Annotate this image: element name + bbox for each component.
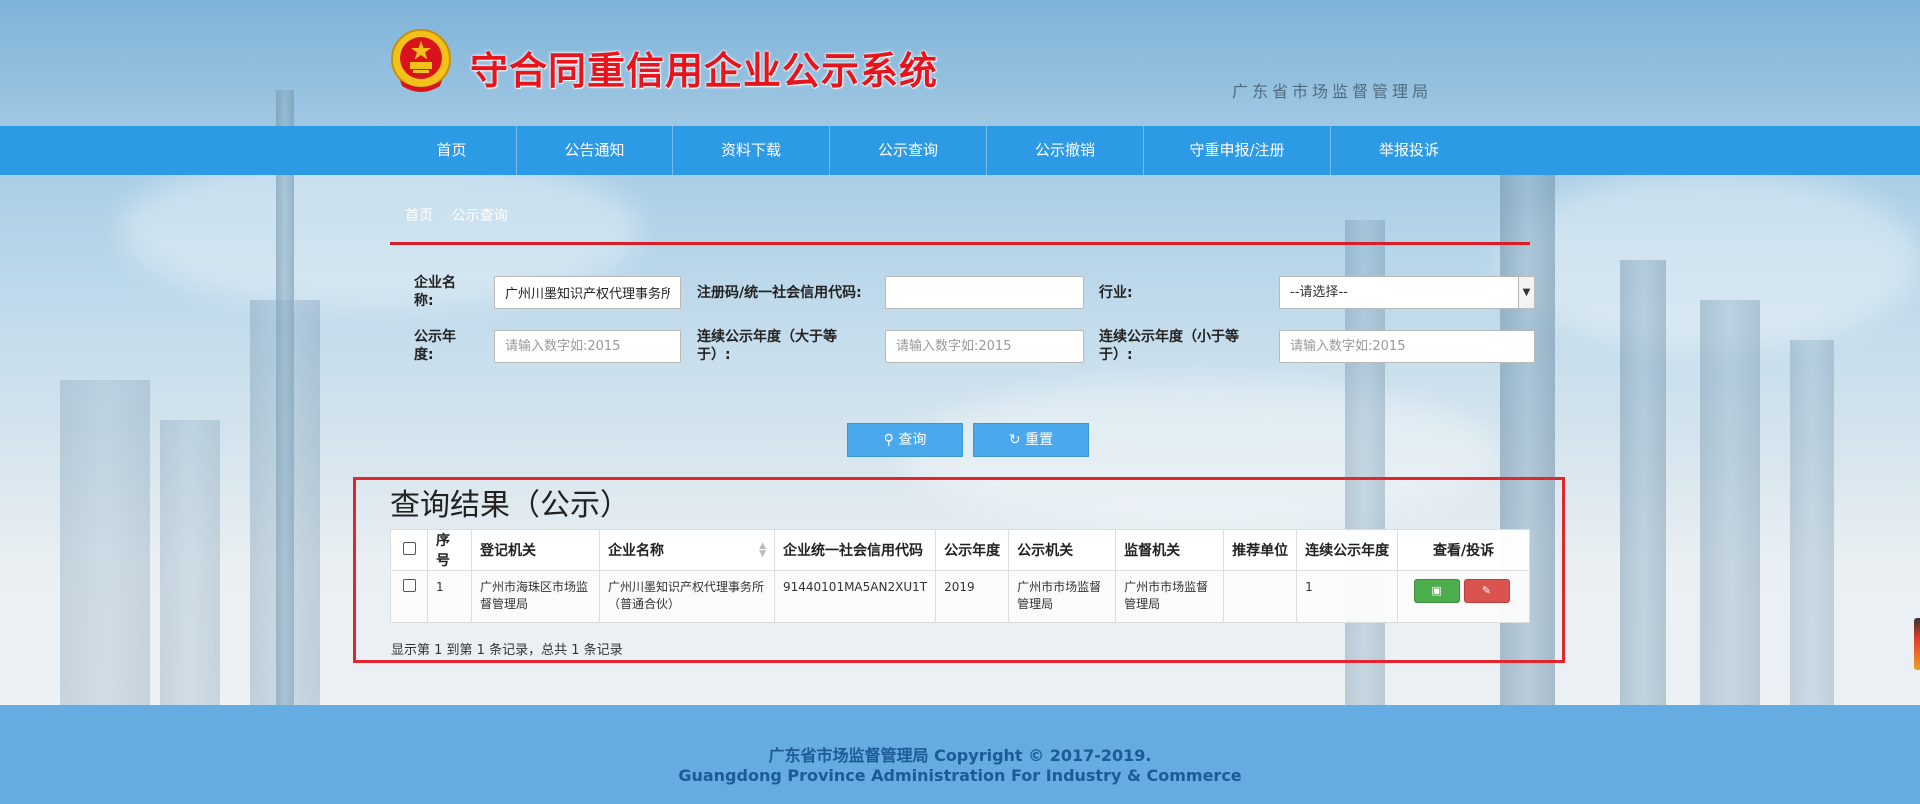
col-year: 公示年度 xyxy=(935,529,1010,571)
col-consecutive-years: 连续公示年度 xyxy=(1296,529,1399,571)
cont-year-le-input[interactable] xyxy=(1279,330,1535,363)
results-title: 查询结果（公示） xyxy=(390,488,630,523)
cell-supervisor: 广州市市场监督管理局 xyxy=(1115,570,1225,623)
cont-year-ge-input[interactable] xyxy=(885,330,1084,363)
breadcrumb-current: 公示查询 xyxy=(451,208,508,224)
col-credit-code: 企业统一社会信用代码 xyxy=(773,529,937,571)
bureau-name: 广东省市场监督管理局 xyxy=(1232,82,1433,101)
national-emblem-icon xyxy=(390,28,452,94)
nav-item-notices[interactable]: 公告通知 xyxy=(517,126,673,175)
row-select-cell xyxy=(390,570,428,623)
results-table: 序号 登记机关 企业名称 ▲ ▼ 企业统一社会信用代码 公示年度 公示机关 监督机关… xyxy=(390,529,1530,623)
cell-index: 1 xyxy=(427,570,472,623)
row-checkbox[interactable] xyxy=(402,579,416,592)
table-header-row: 序号 登记机关 企业名称 ▲ ▼ 企业统一社会信用代码 公示年度 公示机关 监督机关… xyxy=(390,529,1530,571)
col-publish-authority: 公示机关 xyxy=(1008,529,1117,571)
nav-item-public-query[interactable]: 公示查询 xyxy=(830,126,987,175)
breadcrumb: 首页 / 公示查询 xyxy=(390,205,1530,245)
cell-actions: ▣ ✎ xyxy=(1397,570,1530,623)
select-all-checkbox[interactable] xyxy=(402,541,416,555)
reset-button-label: 重置 xyxy=(1025,432,1054,448)
cell-reg-authority: 广州市海珠区市场监督管理局 xyxy=(471,570,600,623)
search-button-label: 查询 xyxy=(898,432,927,448)
company-name-label: 企业名称: xyxy=(414,275,456,309)
nav-item-home[interactable]: 首页 xyxy=(387,126,517,175)
refresh-icon: ↻ xyxy=(1008,432,1021,448)
industry-label: 行业: xyxy=(1099,285,1133,301)
side-panel-handle[interactable] xyxy=(1914,618,1920,670)
nav-item-downloads[interactable]: 资料下载 xyxy=(673,126,830,175)
search-icon: ⚲ xyxy=(883,432,894,448)
table-row: 1 广州市海珠区市场监督管理局 广州川墨知识产权代理事务所（普通合伙） 9144… xyxy=(390,570,1530,623)
col-index: 序号 xyxy=(427,529,472,571)
chevron-down-icon: ▼ xyxy=(1518,277,1534,308)
cell-year: 2019 xyxy=(935,570,1010,623)
reg-code-label: 注册码/统一社会信用代码: xyxy=(697,285,862,301)
industry-select[interactable]: --请选择-- ▼ xyxy=(1279,276,1535,309)
company-name-input[interactable] xyxy=(494,276,681,309)
cell-credit-code: 91440101MA5AN2XU1T xyxy=(773,570,937,623)
reset-button[interactable]: ↻ 重置 xyxy=(973,423,1089,457)
year-label: 公示年度: xyxy=(414,329,456,363)
cont-year-le-label: 连续公示年度（小于等于）: xyxy=(1099,329,1239,363)
footer-copyright: 广东省市场监督管理局 Copyright © 2017-2019. xyxy=(768,746,1152,765)
user-card-icon: ▣ xyxy=(1431,584,1442,597)
nav-item-report[interactable]: 举报投诉 xyxy=(1331,126,1487,175)
sort-icon: ▲ ▼ xyxy=(759,541,766,559)
cell-publish-authority: 广州市市场监督管理局 xyxy=(1008,570,1117,623)
cont-year-ge-label: 连续公示年度（大于等于）: xyxy=(697,329,837,363)
reg-code-input[interactable] xyxy=(885,276,1084,309)
industry-select-value: --请选择-- xyxy=(1290,285,1348,300)
cell-company: 广州川墨知识产权代理事务所（普通合伙） xyxy=(599,570,775,623)
footer-english-name: Guangdong Province Administration For In… xyxy=(678,766,1242,785)
pagination-summary: 显示第 1 到第 1 条记录，总共 1 条记录 xyxy=(391,643,623,658)
main-nav: 首页 公告通知 资料下载 公示查询 公示撤销 守重申报/注册 举报投诉 xyxy=(0,126,1920,175)
col-reg-authority: 登记机关 xyxy=(471,529,600,571)
col-recommender: 推荐单位 xyxy=(1223,529,1298,571)
site-footer: 广东省市场监督管理局 Copyright © 2017-2019. Guangd… xyxy=(0,705,1920,804)
cell-recommender xyxy=(1223,570,1298,623)
site-title: 守合同重信用企业公示系统 xyxy=(470,48,939,93)
col-actions: 查看/投诉 xyxy=(1397,529,1530,571)
select-all-cell xyxy=(390,529,428,571)
site-header: 守合同重信用企业公示系统 广东省市场监督管理局 xyxy=(0,0,1920,126)
edit-icon: ✎ xyxy=(1481,584,1492,597)
search-button[interactable]: ⚲ 查询 xyxy=(847,423,963,457)
view-button[interactable]: ▣ xyxy=(1413,579,1460,603)
breadcrumb-home-link[interactable]: 首页 xyxy=(405,208,433,224)
breadcrumb-separator: / xyxy=(440,208,445,224)
col-company[interactable]: 企业名称 ▲ ▼ xyxy=(599,529,775,571)
cell-consecutive-years: 1 xyxy=(1296,570,1399,623)
year-input[interactable] xyxy=(494,330,681,363)
col-supervisor: 监督机关 xyxy=(1115,529,1225,571)
nav-item-revocation[interactable]: 公示撤销 xyxy=(987,126,1144,175)
complaint-button[interactable]: ✎ xyxy=(1463,579,1510,603)
nav-item-apply-register[interactable]: 守重申报/注册 xyxy=(1144,126,1331,175)
col-company-label: 企业名称 xyxy=(608,543,664,559)
